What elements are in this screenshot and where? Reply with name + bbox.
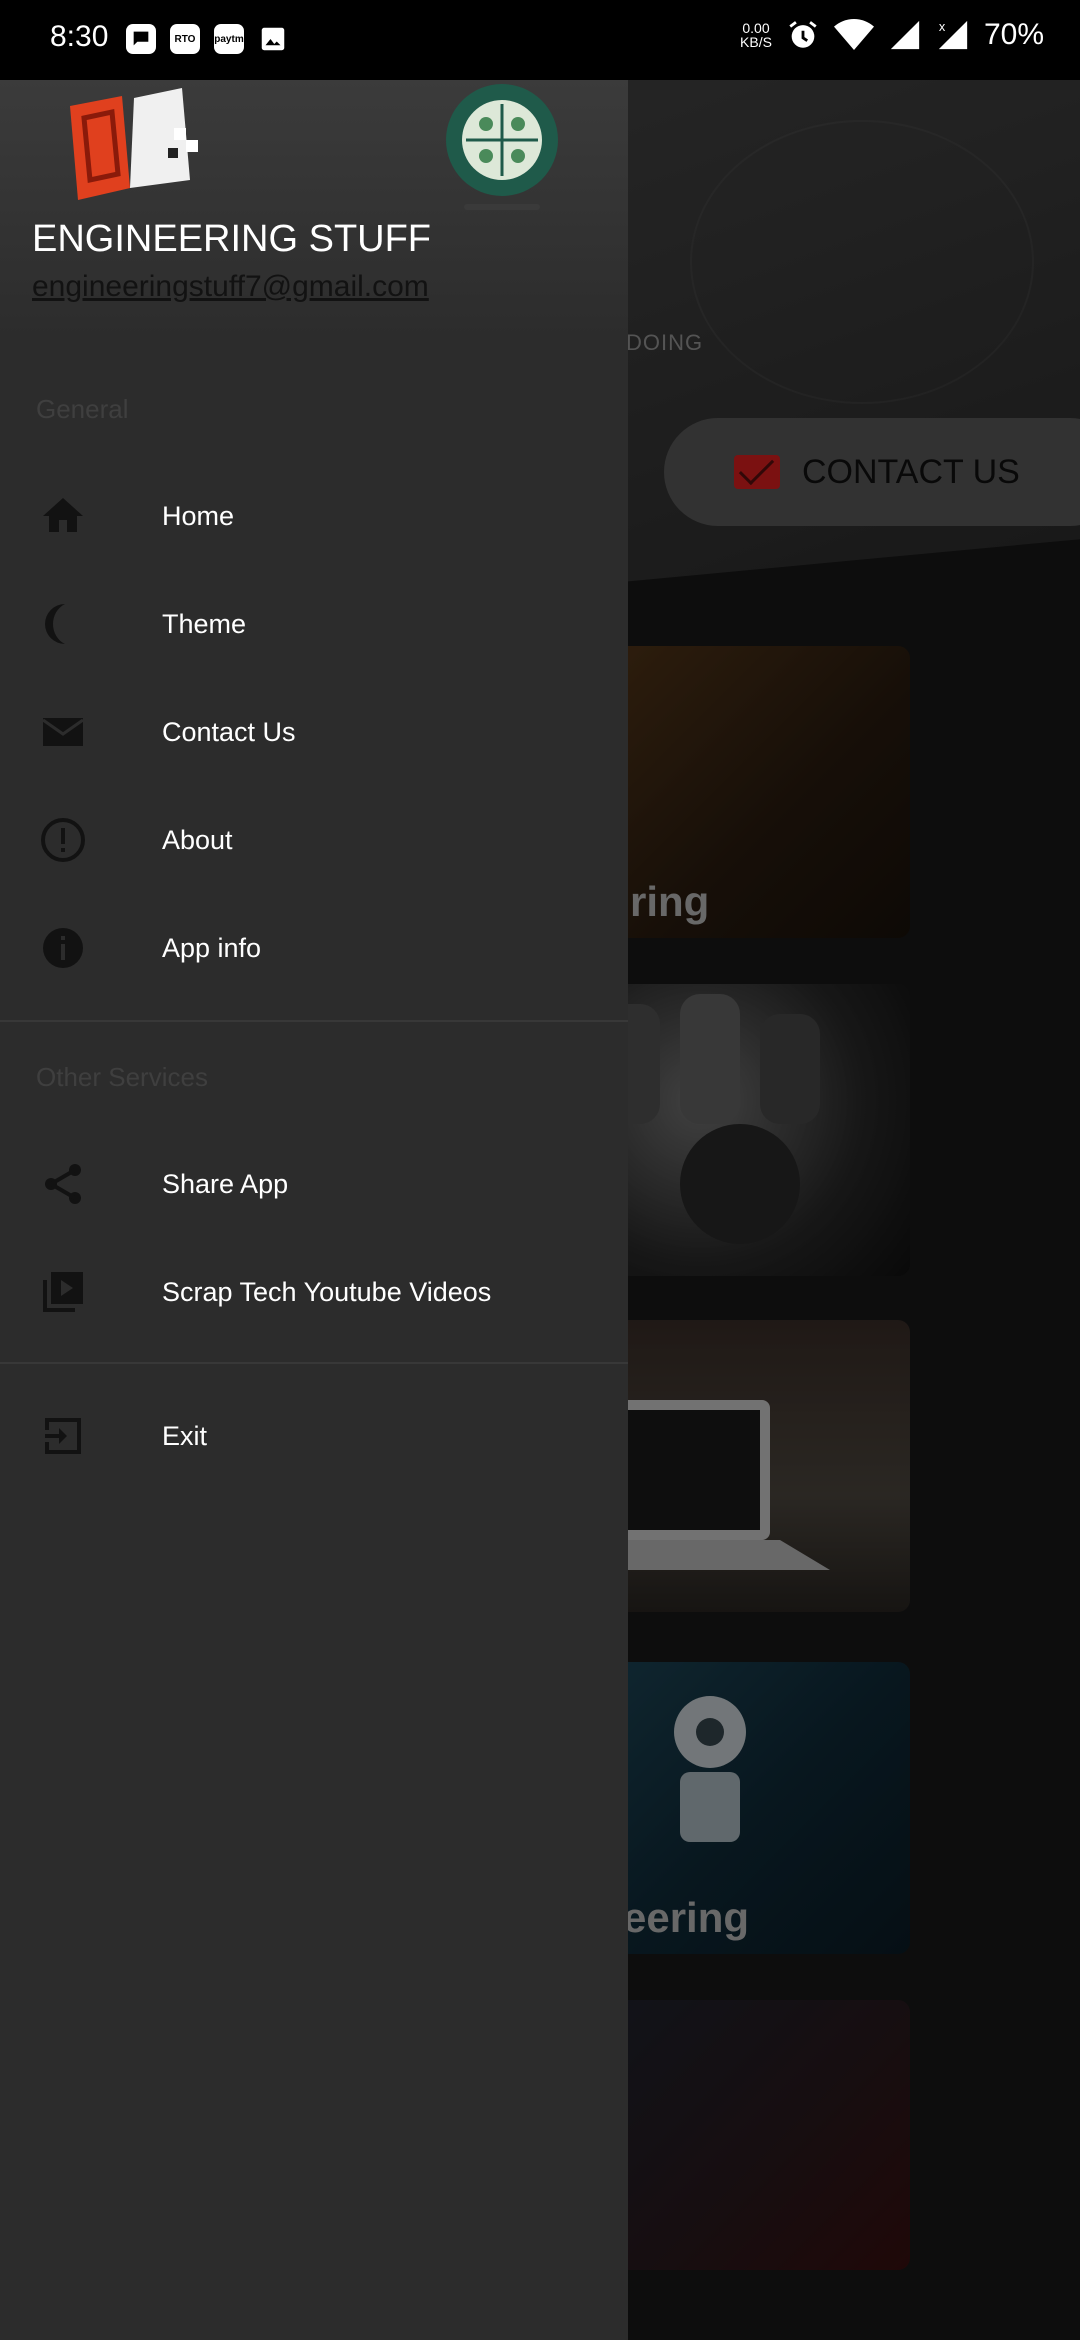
app-email[interactable]: engineeringstuff7@gmail.com bbox=[32, 270, 429, 304]
section-other-label: Other Services bbox=[36, 1062, 208, 1092]
app-logo bbox=[70, 88, 198, 200]
network-speed-value: 0.00 bbox=[742, 20, 770, 36]
battery-level: 70% bbox=[983, 18, 1044, 51]
signal-icon bbox=[890, 20, 920, 50]
alert-circle-icon bbox=[36, 813, 90, 867]
info-icon bbox=[36, 921, 90, 975]
video-library-icon bbox=[36, 1265, 90, 1319]
drawer-item-label: Contact Us bbox=[162, 716, 296, 747]
rto-icon: RTO bbox=[170, 24, 200, 54]
wifi-icon bbox=[833, 19, 874, 50]
drawer-item-label: Home bbox=[162, 500, 235, 531]
home-icon bbox=[36, 489, 90, 543]
image-icon bbox=[258, 24, 288, 54]
drawer-item-label: About bbox=[162, 824, 233, 855]
drawer-header: ENGINEERING STUFF engineeringstuff7@gmai… bbox=[0, 80, 628, 340]
drawer-item-share-app[interactable]: Share App bbox=[0, 1134, 628, 1234]
status-time: 8:30 bbox=[50, 20, 109, 53]
drawer-item-label: Share App bbox=[162, 1168, 289, 1199]
signal-no-data-icon: x bbox=[938, 19, 968, 50]
svg-text:x: x bbox=[939, 19, 946, 34]
status-right: 0.00 KB/S x 70% bbox=[740, 18, 1044, 52]
mail-icon bbox=[36, 705, 90, 759]
drawer-item-label: Scrap Tech Youtube Videos bbox=[162, 1276, 492, 1307]
navigation-drawer: ENGINEERING STUFF engineeringstuff7@gmai… bbox=[0, 80, 628, 2340]
drawer-item-app-info[interactable]: App info bbox=[0, 898, 628, 998]
drawer-item-about[interactable]: About bbox=[0, 790, 628, 890]
share-icon bbox=[36, 1157, 90, 1211]
drawer-divider bbox=[0, 1020, 628, 1022]
drawer-item-exit[interactable]: Exit bbox=[0, 1386, 628, 1486]
network-speed: 0.00 KB/S bbox=[740, 21, 772, 49]
alarm-icon bbox=[789, 21, 817, 48]
drawer-divider bbox=[0, 1362, 628, 1364]
drawer-item-home[interactable]: Home bbox=[0, 466, 628, 566]
drawer-item-label: Exit bbox=[162, 1420, 208, 1451]
drawer-item-youtube-videos[interactable]: Scrap Tech Youtube Videos bbox=[0, 1242, 628, 1342]
moon-icon bbox=[36, 597, 90, 651]
network-speed-unit: KB/S bbox=[740, 34, 772, 50]
drawer-item-label: App info bbox=[162, 932, 262, 963]
section-general-label: General bbox=[36, 394, 129, 424]
exit-icon bbox=[36, 1409, 90, 1463]
drawer-item-label: Theme bbox=[162, 608, 247, 639]
notification-icons: RTO paytm bbox=[126, 24, 288, 54]
drawer-item-contact-us[interactable]: Contact Us bbox=[0, 682, 628, 782]
drawer-item-theme[interactable]: Theme bbox=[0, 574, 628, 674]
app-name: ENGINEERING STUFF bbox=[32, 218, 432, 260]
status-bar: 8:30 RTO paytm 0.00 KB/S x 70% bbox=[0, 0, 1080, 80]
institute-seal bbox=[446, 84, 558, 210]
paytm-icon: paytm bbox=[214, 24, 244, 54]
chat-icon bbox=[126, 24, 156, 54]
